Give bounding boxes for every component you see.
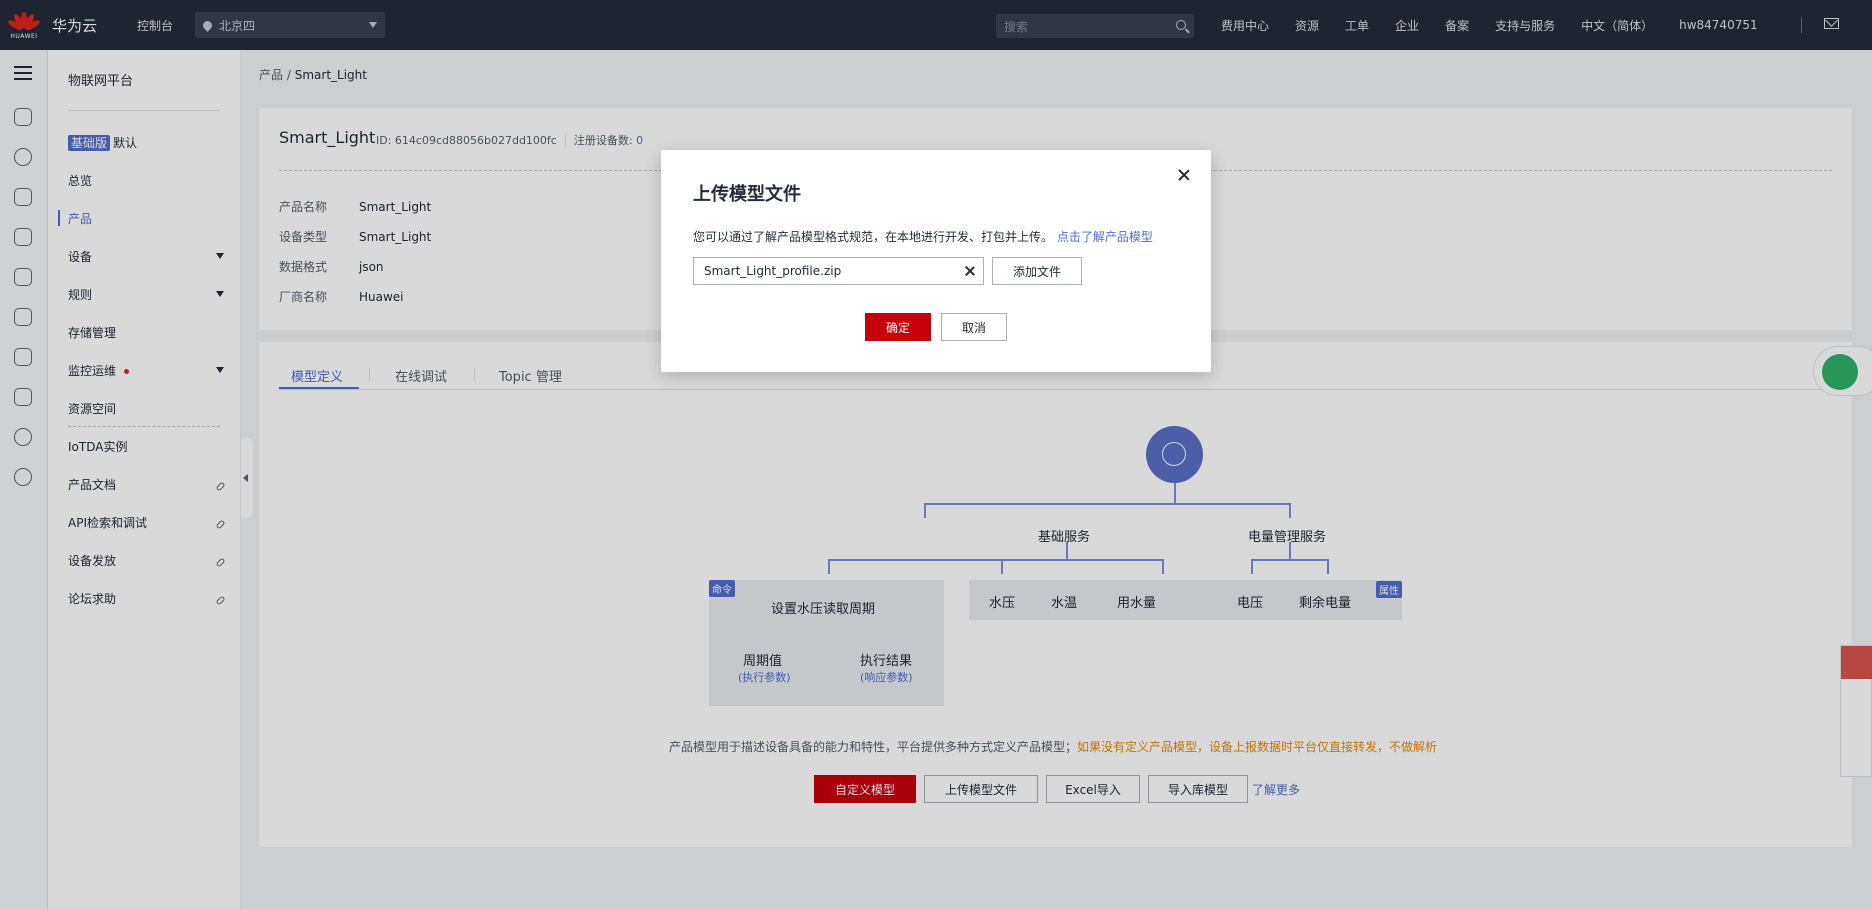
dialog-description: 您可以通过了解产品模型格式规范，在本地进行开发、打包并上传。 点击了解产品模型 [693, 228, 1153, 245]
upload-model-dialog: 上传模型文件 您可以通过了解产品模型格式规范，在本地进行开发、打包并上传。 点击… [661, 150, 1211, 372]
product-model-link[interactable]: 点击了解产品模型 [1057, 230, 1153, 244]
close-icon[interactable] [1177, 168, 1191, 182]
modal-overlay[interactable] [0, 0, 1872, 909]
clear-file-icon[interactable] [964, 265, 976, 277]
add-file-button[interactable]: 添加文件 [992, 257, 1082, 285]
dialog-title: 上传模型文件 [693, 184, 801, 205]
dialog-desc-text: 您可以通过了解产品模型格式规范，在本地进行开发、打包并上传。 [693, 230, 1054, 244]
confirm-button[interactable]: 确定 [865, 313, 931, 341]
file-name-input[interactable] [693, 257, 984, 285]
cancel-button[interactable]: 取消 [941, 313, 1007, 341]
